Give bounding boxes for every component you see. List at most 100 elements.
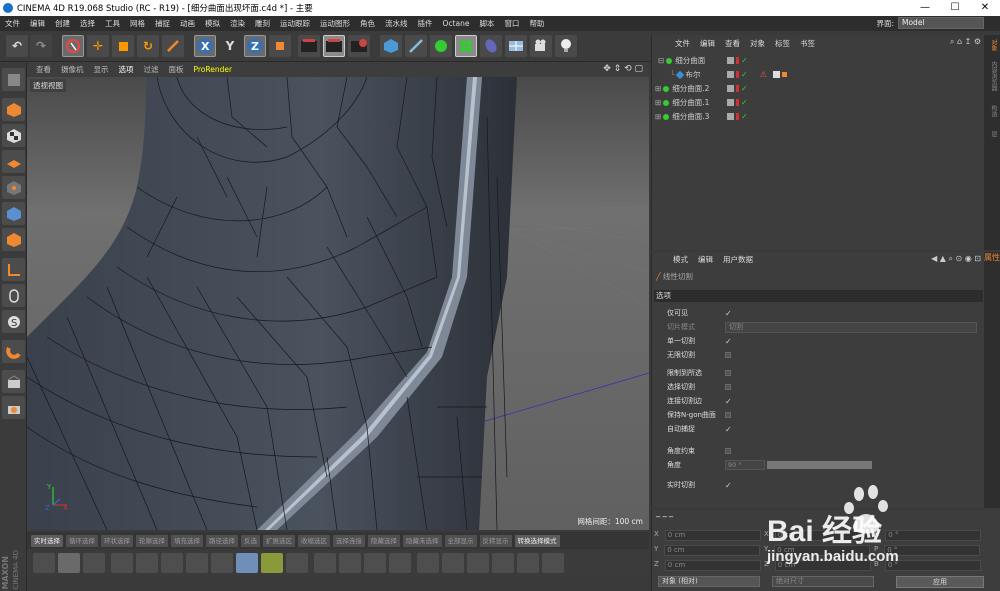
attr-checkbox[interactable]: ✓ [725,309,732,318]
coordinate-system-icon[interactable] [269,35,291,57]
axis-mode-icon[interactable] [2,258,25,281]
expand-icon[interactable]: ⊞ [655,98,661,107]
texture-tag-icon[interactable] [772,71,780,78]
path-selection-button[interactable]: 路径选择 [206,534,238,547]
menu-motion-tracking[interactable]: 运动跟踪 [275,18,315,29]
attr-nav-icons[interactable]: ◀ ▲ ⌕ ⊙ ◉ ⊡ [931,254,981,264]
attr-checkbox[interactable] [725,384,731,390]
menu-sculpt[interactable]: 雕刻 [250,18,275,29]
render-view-icon[interactable] [298,35,320,57]
object-row[interactable]: ⊞ 细分曲面.2 ✓ [652,82,985,95]
tab-content-browser[interactable]: 内容浏览器 [986,61,998,91]
plane-cut-icon[interactable] [83,553,105,573]
obj-menu-bookmarks[interactable]: 书签 [795,38,820,49]
scale-icon[interactable] [112,35,134,57]
attr-row-restrict-selection[interactable]: 限制到所选 [667,367,977,379]
melt-icon[interactable] [517,553,539,573]
render-settings-icon[interactable] [348,35,370,57]
cube-icon[interactable] [380,35,402,57]
line-cut-active-icon[interactable] [236,553,258,573]
live-selection-button[interactable]: 实时选择 [31,534,63,547]
edges-mode-icon[interactable] [2,202,25,225]
menu-mesh[interactable]: 网格 [125,18,150,29]
menu-file[interactable]: 文件 [0,18,25,29]
redo-icon[interactable]: ↷ [30,35,52,57]
floor-icon[interactable] [505,35,527,57]
coord-mode-dropdown[interactable]: 对象 (相对) [658,576,760,587]
deformer-icon[interactable] [480,35,502,57]
expand-icon[interactable]: ⊞ [655,84,661,93]
workplane-icon[interactable] [2,396,25,419]
tab-objects[interactable]: 对象 [986,39,998,51]
dissolve-icon[interactable] [467,553,489,573]
object-name[interactable]: 细分曲面.2 [672,83,709,94]
live-selection-icon[interactable] [62,35,84,57]
angle-slider[interactable] [767,461,872,469]
light-icon[interactable] [555,35,577,57]
y-axis-lock-icon[interactable]: Y [219,35,241,57]
attr-checkbox[interactable]: ✓ [725,397,732,406]
menu-simulate[interactable]: 模拟 [200,18,225,29]
object-row[interactable]: ⊞ 细分曲面.3 ✓ [652,110,985,123]
position-z-input[interactable]: 0 cm [664,560,761,571]
attr-row-visible-only[interactable]: 仅可见 ✓ [667,307,977,319]
pen-spline-icon[interactable] [405,35,427,57]
viewport-menu-prorender[interactable]: ProRender [189,65,238,74]
texture-mode-icon[interactable] [2,124,25,147]
smooth-shift-icon[interactable] [211,553,233,573]
menu-create[interactable]: 创建 [50,18,75,29]
attr-checkbox[interactable]: ✓ [725,481,732,490]
z-axis-lock-icon[interactable]: Z [244,35,266,57]
position-y-input[interactable]: 0 cm [664,545,761,556]
close-polygon-hole-icon[interactable] [417,553,439,573]
expand-icon[interactable]: ⊞ [655,112,661,121]
matrix-extrude-icon[interactable] [186,553,208,573]
menu-character[interactable]: 角色 [355,18,380,29]
edge-cut-icon[interactable] [492,553,514,573]
fill-selection-button[interactable]: 填充选择 [171,534,203,547]
attr-row-single-cut[interactable]: 单一切割 ✓ [667,335,977,347]
model-mode-icon[interactable] [2,98,25,121]
tweak-mode-icon[interactable] [2,284,25,307]
obj-menu-tags[interactable]: 标签 [770,38,795,49]
obj-menu-edit[interactable]: 编辑 [695,38,720,49]
menu-render[interactable]: 渲染 [225,18,250,29]
workplane-mode-icon[interactable] [2,150,25,173]
invert-selection-button[interactable]: 反选 [241,534,260,547]
attr-checkbox[interactable] [725,412,731,418]
bridge-icon[interactable] [314,553,336,573]
menu-help[interactable]: 帮助 [524,18,549,29]
extrude-icon[interactable] [136,553,158,573]
connect-icon[interactable] [442,553,464,573]
viewport-menu-display[interactable]: 显示 [89,64,114,75]
slice-mode-dropdown[interactable]: 切割 [725,321,977,333]
object-flags[interactable]: ✓ [727,98,748,107]
menu-tools[interactable]: 工具 [100,18,125,29]
attr-checkbox[interactable] [725,370,731,376]
undo-icon[interactable]: ↶ [6,35,28,57]
iron-icon[interactable] [389,553,411,573]
select-connected-button[interactable]: 选择连接 [333,534,365,547]
attr-row-angle[interactable]: 角度 90 ° [667,459,977,471]
object-row[interactable]: ⊟ 细分曲面 ✓ [652,54,985,67]
rotate-icon[interactable]: ↻ [137,35,159,57]
menu-select[interactable]: 选择 [75,18,100,29]
menu-animate[interactable]: 动画 [175,18,200,29]
object-name[interactable]: 细分曲面.3 [672,111,709,122]
obj-menu-view[interactable]: 查看 [720,38,745,49]
make-editable-icon[interactable] [2,68,25,91]
convert-selection-button[interactable]: 转换选择模式 [514,534,560,547]
knife-tool-icon[interactable] [162,35,184,57]
viewport-menu-filter[interactable]: 过滤 [139,64,164,75]
points-mode-icon[interactable] [2,176,25,199]
attr-row-infinite-cut[interactable]: 无限切割 [667,349,977,361]
menu-script[interactable]: 脚本 [474,18,499,29]
ring-selection-button[interactable]: 环状选择 [101,534,133,547]
menu-pipeline[interactable]: 流水线 [380,18,413,29]
minimize-button[interactable]: — [910,0,940,16]
close-button[interactable]: ✕ [970,0,1000,16]
subdivision-surface-icon[interactable] [430,35,452,57]
object-flags[interactable]: ✓ [727,56,748,65]
object-name[interactable]: 细分曲面 [675,55,705,66]
object-name[interactable]: 细分曲面.1 [672,97,709,108]
